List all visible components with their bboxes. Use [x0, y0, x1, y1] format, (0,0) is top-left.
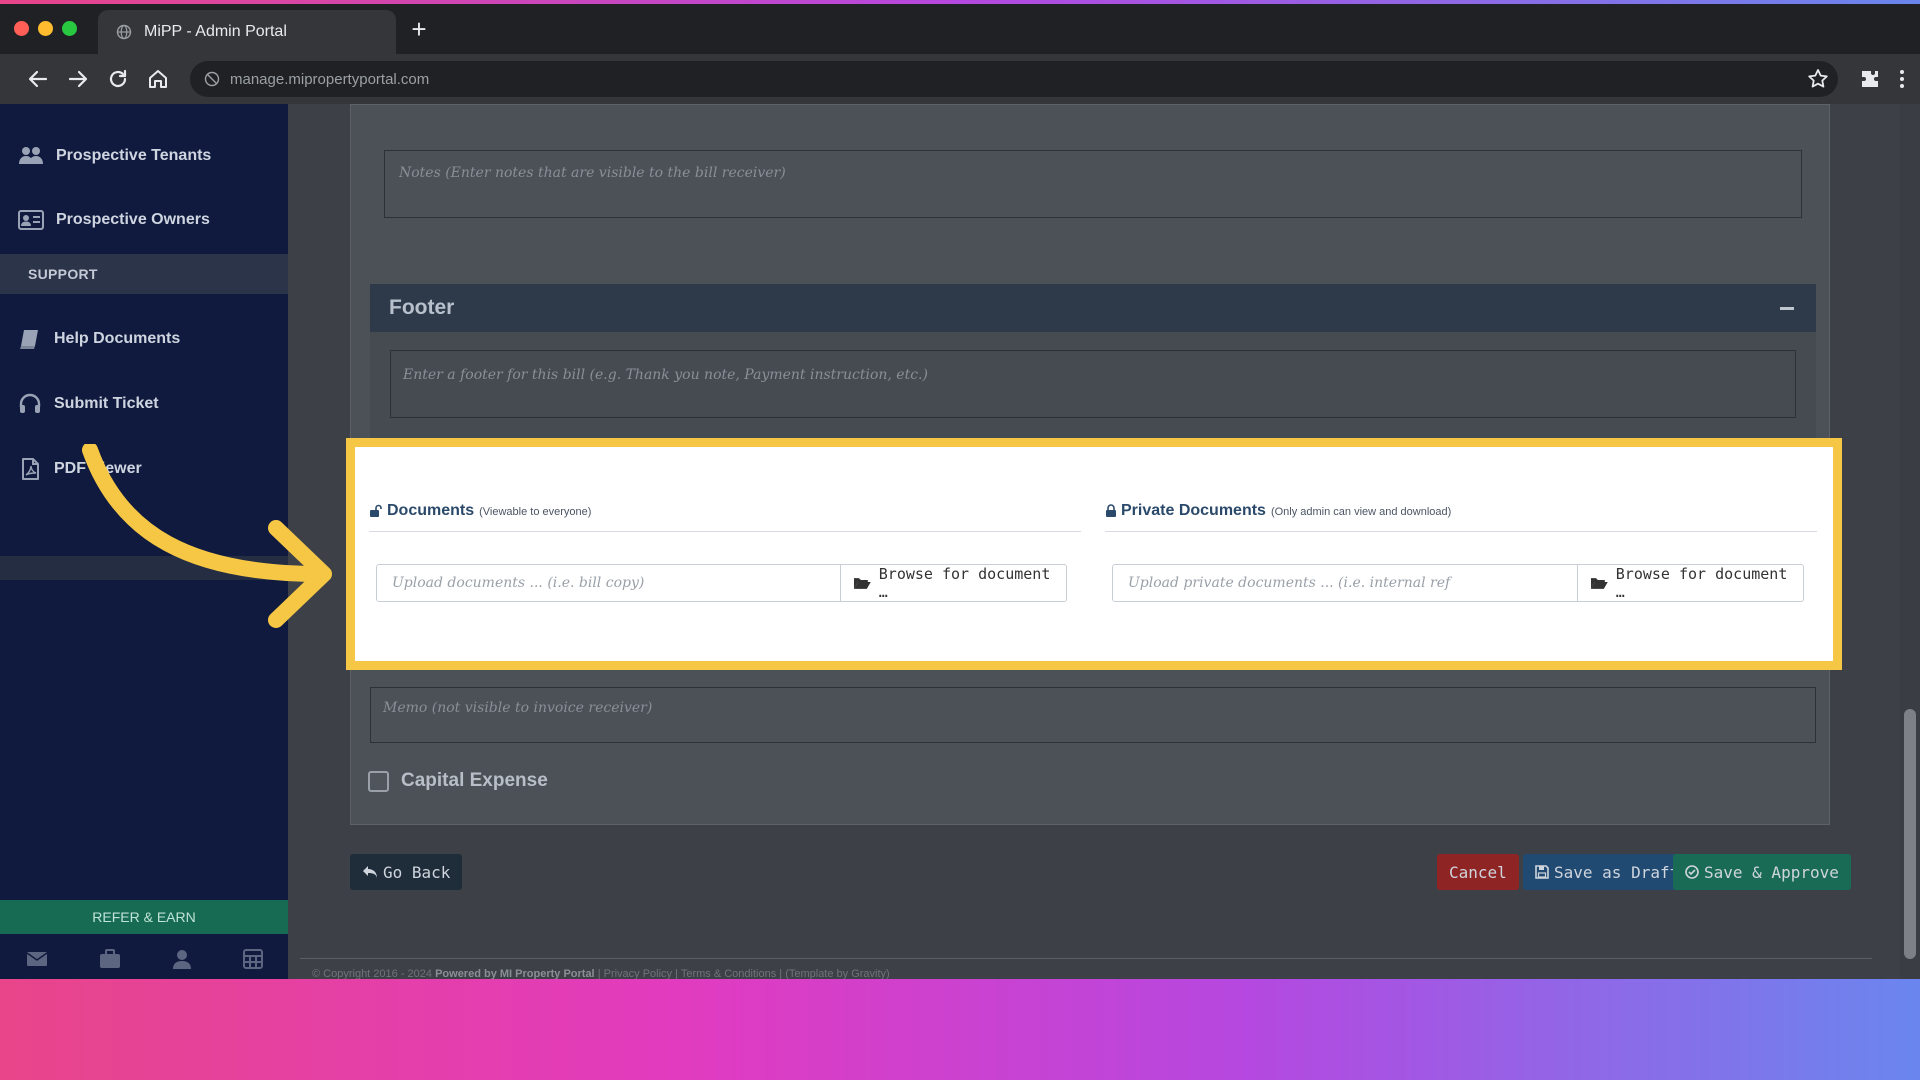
user-icon[interactable] [172, 949, 192, 969]
checkbox-box[interactable] [368, 770, 389, 792]
capital-expense-label: Capital Expense [401, 770, 548, 791]
footer-textarea[interactable]: Enter a footer for this bill (e.g. Thank… [390, 350, 1796, 418]
browser-window: MiPP - Admin Portal + manage.mipropertyp… [0, 4, 1920, 979]
documents-title: Documents (Viewable to everyone) [369, 502, 591, 520]
save-and-approve-button[interactable]: Save & Approve [1673, 854, 1851, 890]
page-scrollbar[interactable] [1900, 104, 1920, 979]
copyright-footer: © Copyright 2016 - 2024 Powered by MI Pr… [312, 968, 890, 979]
home-icon[interactable] [146, 67, 170, 91]
sidebar-item-label: Help Documents [54, 330, 181, 347]
calculator-icon[interactable] [242, 949, 263, 969]
sidebar-item-label: Prospective Tenants [56, 147, 212, 164]
close-window-button[interactable] [14, 21, 29, 36]
new-tab-button[interactable]: + [406, 16, 432, 42]
documents-section: Documents (Viewable to everyone) Upload … [369, 447, 1085, 657]
id-card-icon [18, 210, 44, 230]
reload-icon[interactable] [106, 67, 130, 91]
mail-icon[interactable] [26, 950, 48, 968]
go-back-button[interactable]: Go Back [350, 854, 463, 890]
footer-divider [300, 958, 1872, 959]
site-info-icon[interactable] [204, 71, 220, 87]
address-bar[interactable]: manage.mipropertyportal.com [190, 61, 1838, 97]
private-documents-title: Private Documents (Only admin can view a… [1105, 502, 1451, 520]
sidebar-section-support: SUPPORT [0, 254, 288, 294]
cancel-button[interactable]: Cancel [1437, 854, 1519, 890]
check-circle-icon [1685, 865, 1699, 879]
sidebar-item-prospective-tenants[interactable]: Prospective Tenants [0, 128, 288, 184]
folder-open-icon [1590, 578, 1608, 589]
minimize-window-button[interactable] [38, 21, 53, 36]
upload-private-documents-input[interactable]: Upload private documents ... (i.e. inter… [1112, 564, 1578, 602]
footer-card: Footer Enter a footer for this bill (e.g… [370, 284, 1816, 452]
extensions-puzzle-icon[interactable] [1858, 67, 1882, 91]
capital-expense-checkbox[interactable]: Capital Expense [368, 770, 548, 792]
users-icon [19, 147, 43, 164]
browse-documents-label: Browse for document … [878, 565, 1051, 601]
lock-icon [1106, 504, 1116, 517]
private-documents-section: Private Documents (Only admin can view a… [1105, 447, 1821, 657]
bookmark-star-icon[interactable] [1806, 67, 1830, 91]
browse-private-documents-button[interactable]: Browse for document … [1578, 564, 1804, 602]
globe-icon [116, 24, 132, 40]
browser-tab[interactable]: MiPP - Admin Portal [98, 10, 396, 54]
callout-arrow-icon [82, 444, 332, 628]
save-as-draft-button[interactable]: Save as Draft [1523, 854, 1692, 890]
private-documents-divider [1105, 531, 1817, 532]
refer-and-earn-button[interactable]: REFER & EARN [0, 900, 288, 934]
collapse-minus-icon[interactable] [1780, 307, 1794, 310]
floppy-disk-icon [1535, 865, 1549, 879]
sidebar-item-prospective-owners[interactable]: Prospective Owners [0, 192, 288, 248]
private-documents-title-text: Private Documents [1121, 502, 1266, 519]
private-documents-subtitle: (Only admin can view and download) [1270, 506, 1452, 518]
documents-highlight-frame: Documents (Viewable to everyone) Upload … [346, 438, 1842, 670]
headset-icon [19, 393, 41, 413]
browse-private-documents-label: Browse for document … [1615, 565, 1788, 601]
cancel-label: Cancel [1449, 862, 1507, 882]
sidebar-item-label: Submit Ticket [54, 395, 159, 412]
footer-card-header[interactable]: Footer [370, 284, 1816, 332]
tab-title: MiPP - Admin Portal [144, 23, 287, 40]
sidebar-item-label: Prospective Owners [56, 211, 210, 228]
unlock-icon [370, 504, 382, 517]
pdf-file-icon [22, 458, 39, 480]
maximize-window-button[interactable] [62, 21, 77, 36]
footer-card-title: Footer [389, 296, 455, 319]
tab-strip: MiPP - Admin Portal + [0, 4, 1920, 54]
save-as-draft-label: Save as Draft [1554, 862, 1680, 882]
forward-arrow-icon[interactable] [66, 67, 90, 91]
browser-menu-icon[interactable] [1890, 67, 1914, 91]
powered-by-link[interactable]: Powered by MI Property Portal [435, 968, 595, 979]
documents-divider [369, 531, 1081, 532]
sidebar-item-help-documents[interactable]: Help Documents [0, 311, 288, 367]
folder-open-icon [853, 578, 871, 589]
save-and-approve-label: Save & Approve [1704, 862, 1839, 882]
scrollbar-thumb[interactable] [1904, 709, 1916, 959]
notes-textarea[interactable]: Notes (Enter notes that are visible to t… [384, 150, 1802, 218]
copyright-text: © Copyright 2016 - 2024 [312, 968, 433, 979]
go-back-label: Go Back [383, 862, 451, 882]
briefcase-icon[interactable] [99, 949, 121, 969]
book-icon [20, 330, 38, 349]
memo-textarea[interactable]: Memo (not visible to invoice receiver) [370, 687, 1816, 743]
browse-documents-button[interactable]: Browse for document … [841, 564, 1067, 602]
url-text: manage.mipropertyportal.com [230, 70, 430, 88]
sidebar-bottom-toolbar [0, 939, 288, 979]
documents-title-text: Documents [387, 502, 475, 519]
upload-documents-input[interactable]: Upload documents ... (i.e. bill copy) [376, 564, 841, 602]
reply-arrow-icon [363, 866, 377, 878]
policy-links[interactable]: | Privacy Policy | Terms & Conditions | [598, 968, 782, 979]
template-credit: (Template by Gravity) [785, 968, 890, 979]
documents-subtitle: (Viewable to everyone) [479, 506, 592, 518]
back-arrow-icon[interactable] [26, 67, 50, 91]
browser-toolbar: manage.mipropertyportal.com [0, 54, 1920, 104]
sidebar-item-submit-ticket[interactable]: Submit Ticket [0, 376, 288, 432]
